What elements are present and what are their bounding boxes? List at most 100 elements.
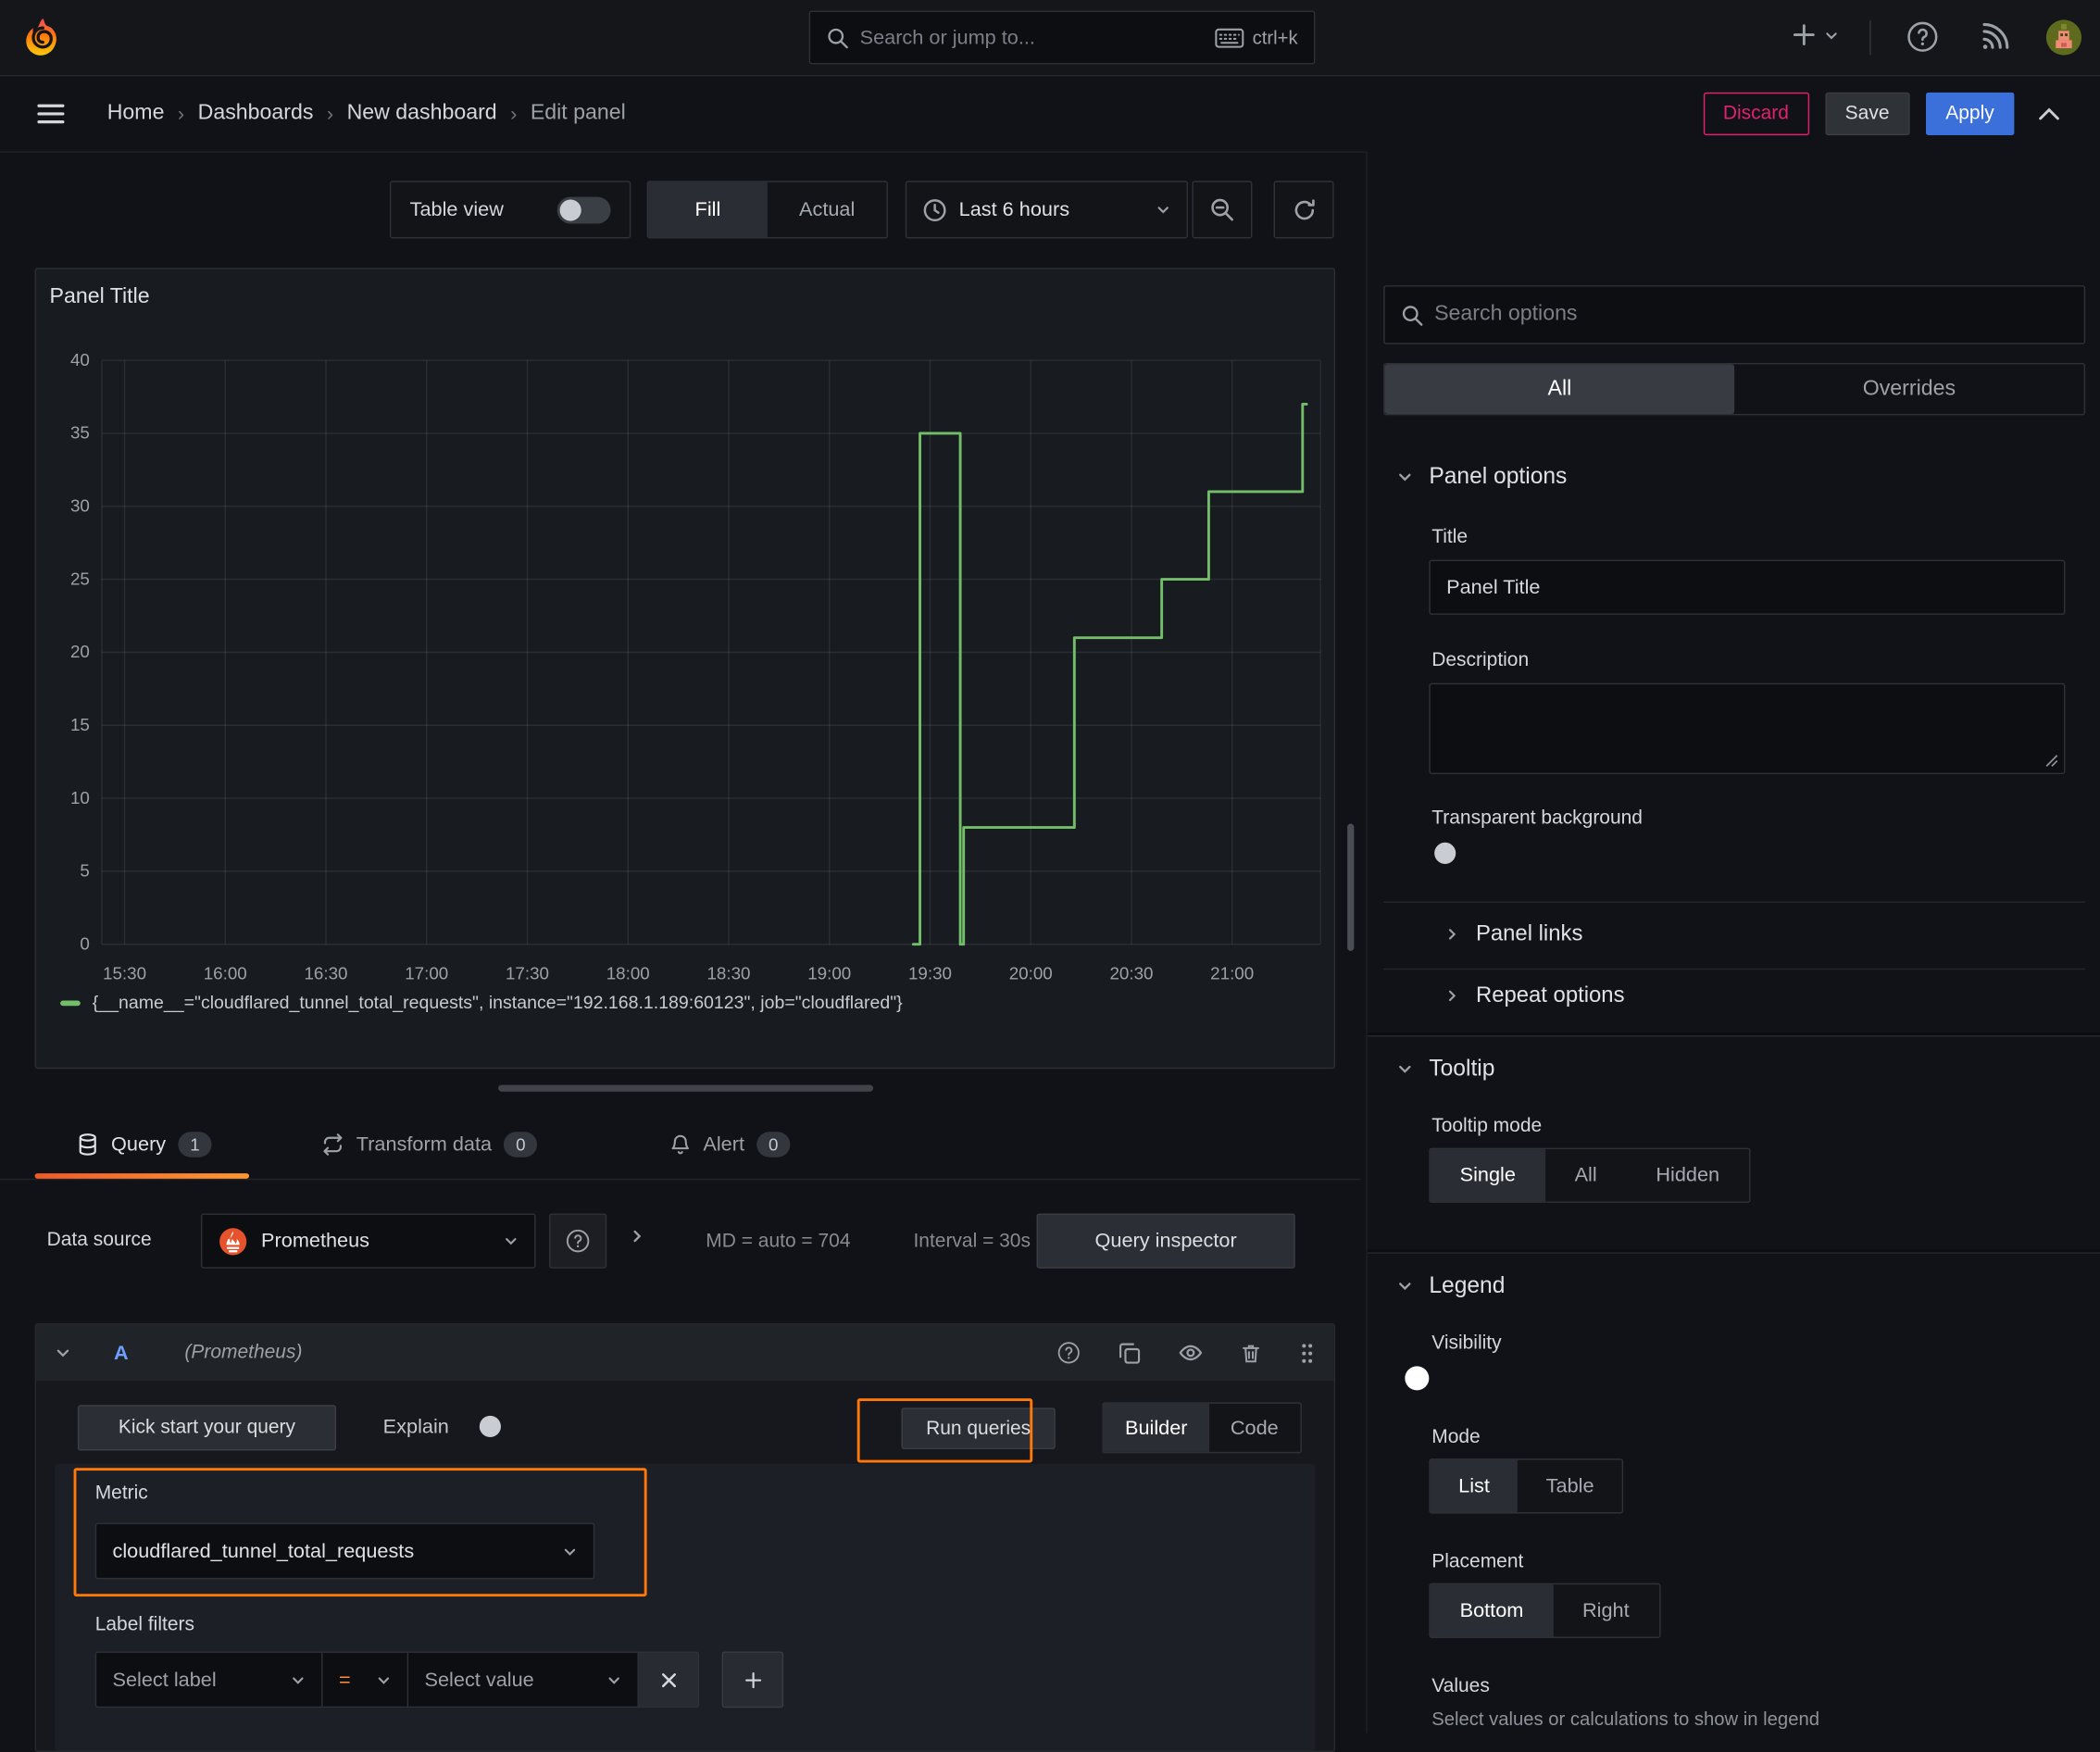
- legend-series-label[interactable]: {__name__="cloudflared_tunnel_total_requ…: [93, 993, 903, 1013]
- chevron-down-icon: [1399, 1283, 1411, 1291]
- panel-title-input[interactable]: [1429, 559, 2066, 615]
- chevron-down-icon: [378, 1676, 390, 1683]
- chevron-down-icon: [1157, 206, 1169, 214]
- alert-count-badge: 0: [756, 1132, 791, 1158]
- table-view-control: Table view: [389, 181, 631, 239]
- svg-text:19:00: 19:00: [807, 963, 851, 982]
- code-option[interactable]: Code: [1209, 1404, 1300, 1452]
- legend-series-swatch[interactable]: [60, 999, 81, 1006]
- kick-start-query-button[interactable]: Kick start your query: [77, 1405, 337, 1451]
- svg-text:15: 15: [70, 715, 90, 734]
- fill-option[interactable]: Fill: [648, 181, 768, 238]
- panel-options-pane: Search options All Overrides Panel optio…: [1366, 151, 2100, 1733]
- tooltip-header[interactable]: Tooltip: [1397, 1055, 1495, 1082]
- delete-query-trash-icon[interactable]: [1240, 1342, 1261, 1365]
- breadcrumb-edit-panel: Edit panel: [530, 101, 626, 125]
- legend-mode-segmented: List Table: [1429, 1458, 1624, 1514]
- actual-option[interactable]: Actual: [768, 182, 887, 237]
- hide-response-eye-icon[interactable]: [1179, 1341, 1203, 1365]
- legend-header[interactable]: Legend: [1397, 1272, 1505, 1299]
- discard-button[interactable]: Discard: [1703, 92, 1809, 136]
- drag-handle-icon[interactable]: [1299, 1342, 1315, 1365]
- search-options-input[interactable]: Search options: [1383, 285, 2086, 344]
- save-button[interactable]: Save: [1824, 92, 1910, 136]
- builder-option[interactable]: Builder: [1103, 1403, 1209, 1452]
- vertical-scrollbar[interactable]: [1347, 823, 1355, 951]
- svg-text:16:30: 16:30: [304, 963, 347, 982]
- breadcrumb-new-dashboard[interactable]: New dashboard: [347, 102, 497, 126]
- panel-options-header[interactable]: Panel options: [1397, 463, 1567, 490]
- prometheus-icon: [219, 1226, 248, 1256]
- new-menu-button[interactable]: [1791, 21, 1839, 48]
- expand-stats-icon[interactable]: [630, 1228, 645, 1244]
- mode-list-option[interactable]: List: [1430, 1459, 1519, 1513]
- description-textarea[interactable]: [1429, 682, 2066, 775]
- tab-transform-data[interactable]: Transform data 0: [321, 1112, 538, 1178]
- datasource-select[interactable]: Prometheus: [200, 1213, 536, 1269]
- svg-text:16:00: 16:00: [204, 963, 247, 982]
- label-filter-operator-select[interactable]: =: [322, 1651, 409, 1708]
- table-view-label: Table view: [409, 198, 504, 221]
- query-help-icon[interactable]: [1056, 1341, 1081, 1365]
- tab-query-label: Query: [111, 1133, 167, 1157]
- horizontal-scrollbar[interactable]: [498, 1084, 874, 1092]
- placement-bottom-option[interactable]: Bottom: [1430, 1584, 1554, 1637]
- chart-svg[interactable]: 0 5 10 15 20 25 30 35 40 15:30 16:00 16:30 17:00 17:3…: [36, 325, 1334, 995]
- mode-label: Mode: [1431, 1426, 1481, 1448]
- label-filter-label-select[interactable]: Select label: [94, 1651, 323, 1708]
- explain-label: Explain: [382, 1415, 449, 1439]
- panel-links-title: Panel links: [1475, 921, 1583, 946]
- duplicate-query-icon[interactable]: [1119, 1342, 1142, 1365]
- global-search-input[interactable]: Search or jump to... ctrl+k: [808, 10, 1316, 65]
- datasource-label: Data source: [46, 1229, 152, 1251]
- chevron-down-icon[interactable]: [55, 1345, 70, 1360]
- hamburger-menu-icon[interactable]: [37, 103, 65, 124]
- zoom-out-button[interactable]: [1192, 181, 1253, 239]
- query-count-badge: 1: [178, 1132, 212, 1158]
- run-queries-button[interactable]: Run queries: [901, 1408, 1056, 1450]
- tab-all[interactable]: All: [1384, 364, 1735, 414]
- tooltip-hidden-option[interactable]: Hidden: [1627, 1149, 1749, 1201]
- user-avatar[interactable]: [2045, 19, 2083, 56]
- svg-text:21:00: 21:00: [1210, 963, 1254, 982]
- search-options-placeholder: Search options: [1434, 302, 1578, 326]
- chevron-down-icon: [506, 1238, 517, 1245]
- svg-text:18:00: 18:00: [606, 963, 650, 982]
- remove-filter-button[interactable]: [638, 1651, 700, 1708]
- panel-title[interactable]: Panel Title: [50, 285, 150, 309]
- breadcrumb: Home › Dashboards › New dashboard › Edit…: [107, 76, 626, 151]
- tab-query[interactable]: Query 1: [76, 1112, 212, 1178]
- tab-alert[interactable]: Alert 0: [669, 1112, 791, 1178]
- svg-text:15:30: 15:30: [103, 963, 146, 982]
- placement-right-option[interactable]: Right: [1553, 1584, 1658, 1636]
- chevron-down-icon: [1399, 1065, 1411, 1073]
- tooltip-all-option[interactable]: All: [1545, 1149, 1627, 1201]
- query-inspector-button[interactable]: Query inspector: [1036, 1213, 1295, 1269]
- stats-interval: Interval = 30s: [913, 1231, 1031, 1253]
- select-value-placeholder: Select value: [424, 1668, 534, 1692]
- label-filter-value-select[interactable]: Select value: [408, 1651, 639, 1708]
- query-row-header[interactable]: A (Prometheus): [36, 1324, 1334, 1382]
- help-icon[interactable]: [1906, 20, 1939, 54]
- grafana-logo-icon[interactable]: [21, 16, 64, 58]
- tooltip-single-option[interactable]: Single: [1430, 1149, 1545, 1202]
- table-view-toggle[interactable]: [556, 195, 611, 223]
- resize-handle-icon[interactable]: [2045, 754, 2058, 767]
- metric-select[interactable]: cloudflared_tunnel_total_requests: [94, 1522, 595, 1580]
- mode-table-option[interactable]: Table: [1518, 1460, 1622, 1512]
- svg-text:35: 35: [70, 423, 90, 443]
- news-rss-icon[interactable]: [1980, 21, 2010, 52]
- datasource-help-button[interactable]: [549, 1213, 607, 1269]
- breadcrumb-home[interactable]: Home: [107, 102, 165, 126]
- breadcrumb-dashboards[interactable]: Dashboards: [198, 102, 314, 126]
- add-filter-button[interactable]: [721, 1651, 784, 1708]
- apply-button[interactable]: Apply: [1925, 92, 2015, 136]
- tab-overrides[interactable]: Overrides: [1734, 364, 2084, 414]
- time-range-picker[interactable]: Last 6 hours: [905, 181, 1188, 239]
- collapse-header-icon[interactable]: [2038, 107, 2059, 120]
- repeat-options-title: Repeat options: [1475, 982, 1625, 1007]
- tooltip-title: Tooltip: [1429, 1055, 1495, 1082]
- repeat-options-header[interactable]: Repeat options: [1445, 983, 1625, 1008]
- refresh-button[interactable]: [1273, 181, 1334, 239]
- panel-links-header[interactable]: Panel links: [1445, 921, 1583, 946]
